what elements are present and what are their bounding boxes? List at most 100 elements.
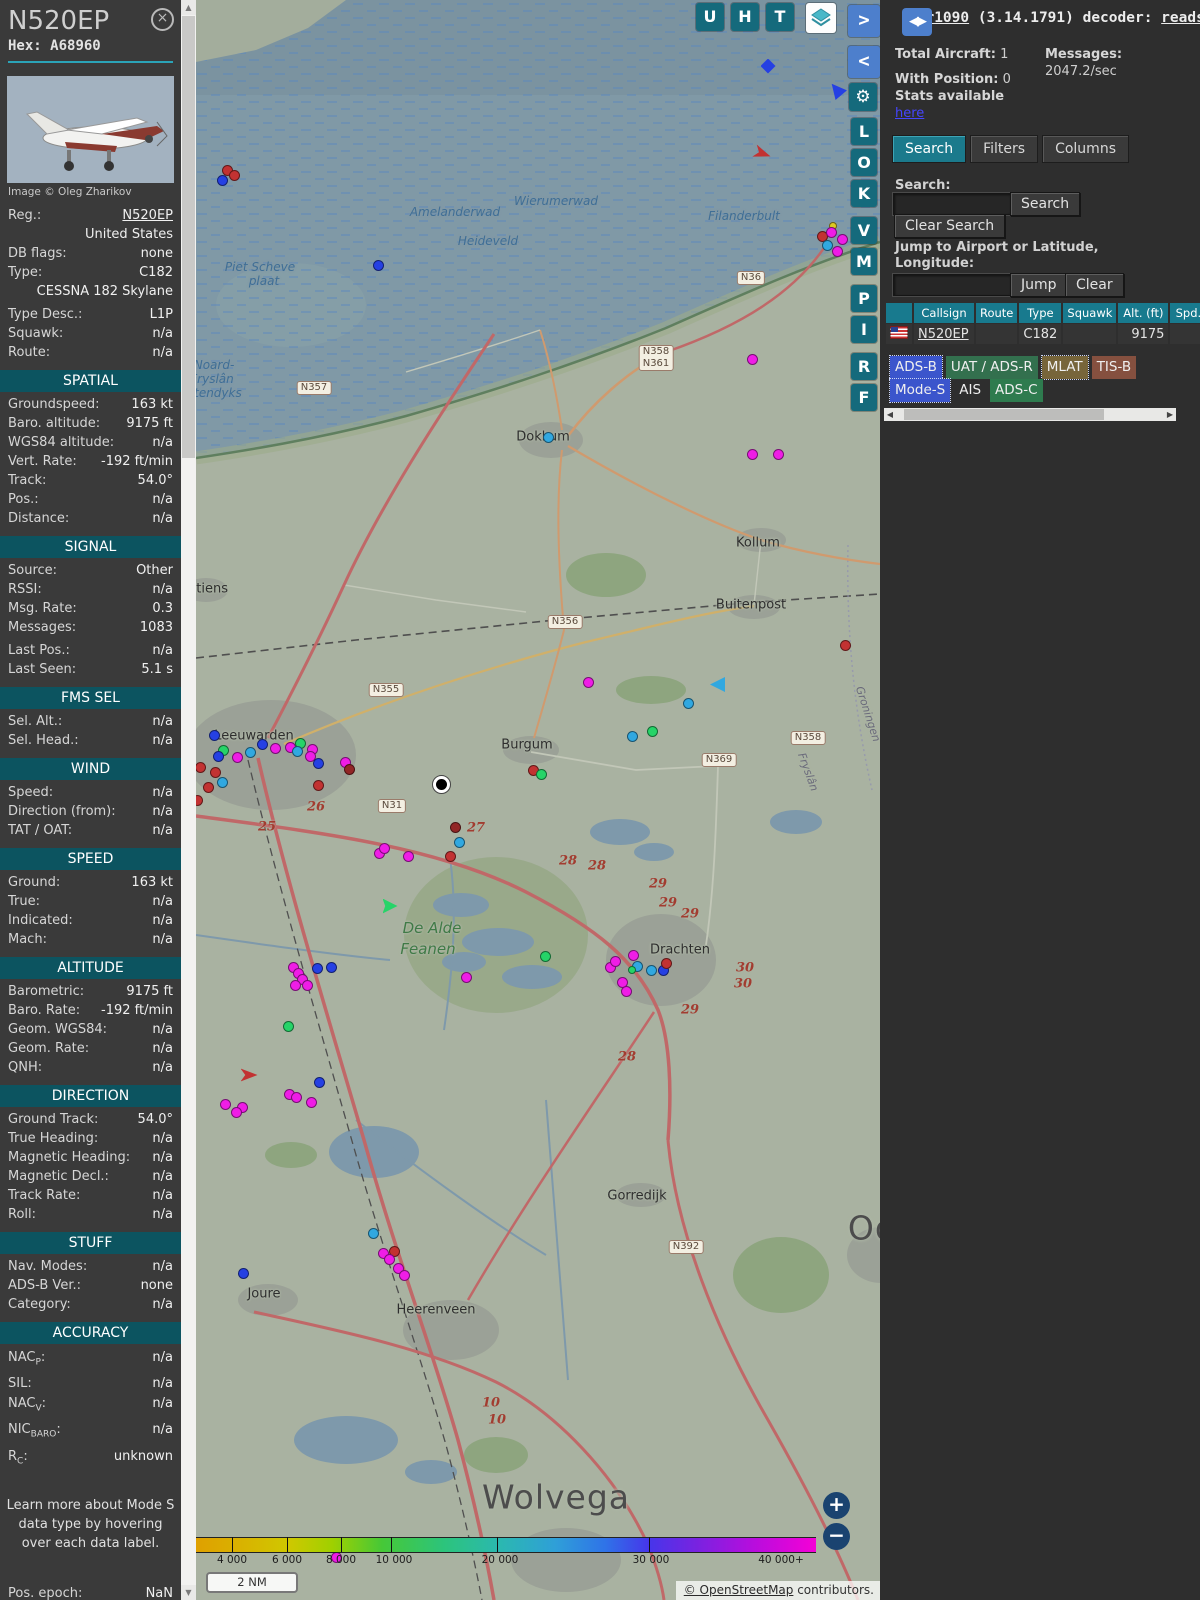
aircraft-marker[interactable] <box>220 1099 231 1110</box>
map-button-i[interactable]: I <box>851 316 877 343</box>
registration-link[interactable]: N520EP <box>122 208 173 223</box>
settings-button[interactable]: ⚙ <box>849 83 877 111</box>
aircraft-marker[interactable] <box>583 677 594 688</box>
aircraft-marker[interactable] <box>203 782 214 793</box>
aircraft-marker[interactable] <box>540 951 551 962</box>
aircraft-marker[interactable] <box>232 752 243 763</box>
aircraft-marker[interactable] <box>373 260 384 271</box>
map-button-r[interactable]: R <box>851 353 877 380</box>
aircraft-marker[interactable] <box>344 764 355 775</box>
aircraft-marker[interactable] <box>290 980 301 991</box>
aircraft-marker[interactable] <box>283 1021 294 1032</box>
aircraft-marker[interactable] <box>314 1077 325 1088</box>
aircraft-marker[interactable] <box>292 746 303 757</box>
scrollbar-thumb[interactable] <box>182 16 195 458</box>
aircraft-marker[interactable] <box>245 747 256 758</box>
aircraft-marker[interactable] <box>313 758 324 769</box>
map-button-k[interactable]: K <box>851 180 877 207</box>
sidebar-scrollbar[interactable]: ▲ ▼ <box>181 0 196 1600</box>
aircraft-marker[interactable] <box>445 851 456 862</box>
tab-filters[interactable]: Filters <box>970 135 1038 163</box>
map-button-v[interactable]: V <box>851 217 877 244</box>
aircraft-marker[interactable] <box>543 432 554 443</box>
column-header-flag[interactable] <box>886 303 912 323</box>
jump-clear-button[interactable]: Clear <box>1065 273 1124 297</box>
tab-search[interactable]: Search <box>892 135 966 163</box>
search-button[interactable]: Search <box>1010 192 1080 216</box>
expand-panel-button[interactable]: > <box>848 5 880 37</box>
aircraft-marker[interactable] <box>840 640 851 651</box>
aircraft-marker[interactable] <box>231 1107 242 1118</box>
search-input[interactable] <box>893 193 1011 215</box>
aircraft-marker[interactable] <box>454 837 465 848</box>
aircraft-marker[interactable] <box>646 965 657 976</box>
aircraft-marker[interactable] <box>773 449 784 460</box>
aircraft-marker[interactable] <box>628 950 639 961</box>
map-button-u[interactable]: U <box>696 3 724 31</box>
aircraft-marker[interactable] <box>196 762 206 773</box>
aircraft-marker[interactable] <box>326 962 337 973</box>
column-header-Squawk[interactable]: Squawk <box>1063 303 1116 323</box>
jump-button[interactable]: Jump <box>1010 273 1068 297</box>
aircraft-marker[interactable] <box>621 986 632 997</box>
aircraft-marker[interactable] <box>747 449 758 460</box>
aircraft-photo[interactable] <box>7 76 174 183</box>
callsign-link[interactable]: N520EP <box>918 327 969 342</box>
scroll-up-icon[interactable]: ▲ <box>181 0 196 15</box>
aircraft-marker[interactable] <box>399 1270 410 1281</box>
readsb-link[interactable]: readsb <box>1161 10 1200 26</box>
hscrollbar-thumb[interactable] <box>904 409 1104 420</box>
scroll-right-icon[interactable]: ▶ <box>1164 408 1176 421</box>
aircraft-marker[interactable] <box>627 731 638 742</box>
column-header-Type[interactable]: Type <box>1019 303 1061 323</box>
aircraft-marker[interactable] <box>536 769 547 780</box>
map-button-l[interactable]: L <box>851 118 877 145</box>
aircraft-marker[interactable] <box>302 980 313 991</box>
map-button-o[interactable]: O <box>851 149 877 176</box>
table-row[interactable]: N520EPC1829175 <box>886 324 1200 344</box>
horizontal-scrollbar[interactable]: ◀ ▶ <box>884 408 1176 421</box>
layer-switcher-button[interactable] <box>806 3 836 33</box>
toggle-sidebar-button[interactable]: ◀▶ <box>902 8 932 36</box>
aircraft-marker[interactable] <box>291 1092 302 1103</box>
tab-columns[interactable]: Columns <box>1042 135 1129 163</box>
aircraft-marker[interactable] <box>610 956 621 967</box>
aircraft-marker[interactable] <box>837 234 848 245</box>
map-button-m[interactable]: M <box>851 248 877 275</box>
aircraft-marker[interactable] <box>306 1097 317 1108</box>
aircraft-marker[interactable] <box>257 739 268 750</box>
aircraft-marker[interactable] <box>832 246 843 257</box>
jump-input[interactable] <box>893 274 1011 296</box>
aircraft-marker[interactable] <box>661 958 672 969</box>
aircraft-marker[interactable] <box>747 354 758 365</box>
clear-search-button[interactable]: Clear Search <box>894 214 1005 238</box>
aircraft-marker[interactable] <box>450 822 461 833</box>
column-header-Alt. (ft)[interactable]: Alt. (ft) <box>1118 303 1168 323</box>
aircraft-marker[interactable] <box>196 795 203 806</box>
aircraft-marker[interactable] <box>379 843 390 854</box>
aircraft-marker[interactable] <box>683 698 694 709</box>
aircraft-marker[interactable] <box>368 1228 379 1239</box>
aircraft-marker[interactable] <box>209 730 220 741</box>
column-header-Route[interactable]: Route <box>976 303 1017 323</box>
close-icon[interactable]: × <box>151 8 174 31</box>
map-button-f[interactable]: F <box>851 384 877 411</box>
aircraft-marker[interactable] <box>647 726 658 737</box>
aircraft-marker[interactable] <box>217 175 228 186</box>
aircraft-marker[interactable] <box>461 972 472 983</box>
selected-aircraft-marker[interactable] <box>432 775 451 794</box>
aircraft-marker[interactable] <box>403 851 414 862</box>
aircraft-marker[interactable] <box>270 743 281 754</box>
aircraft-marker[interactable] <box>210 767 221 778</box>
aircraft-marker[interactable] <box>628 966 636 974</box>
aircraft-marker[interactable] <box>384 1254 395 1265</box>
scroll-down-icon[interactable]: ▼ <box>181 1585 196 1600</box>
aircraft-marker[interactable] <box>213 751 224 762</box>
map-button-t[interactable]: T <box>766 3 794 31</box>
aircraft-marker[interactable] <box>312 963 323 974</box>
aircraft-marker[interactable] <box>217 777 228 788</box>
aircraft-marker[interactable] <box>313 780 324 791</box>
zoom-out-button[interactable]: − <box>823 1523 850 1550</box>
aircraft-marker[interactable] <box>826 227 837 238</box>
osm-link[interactable]: © OpenStreetMap <box>684 1583 794 1597</box>
